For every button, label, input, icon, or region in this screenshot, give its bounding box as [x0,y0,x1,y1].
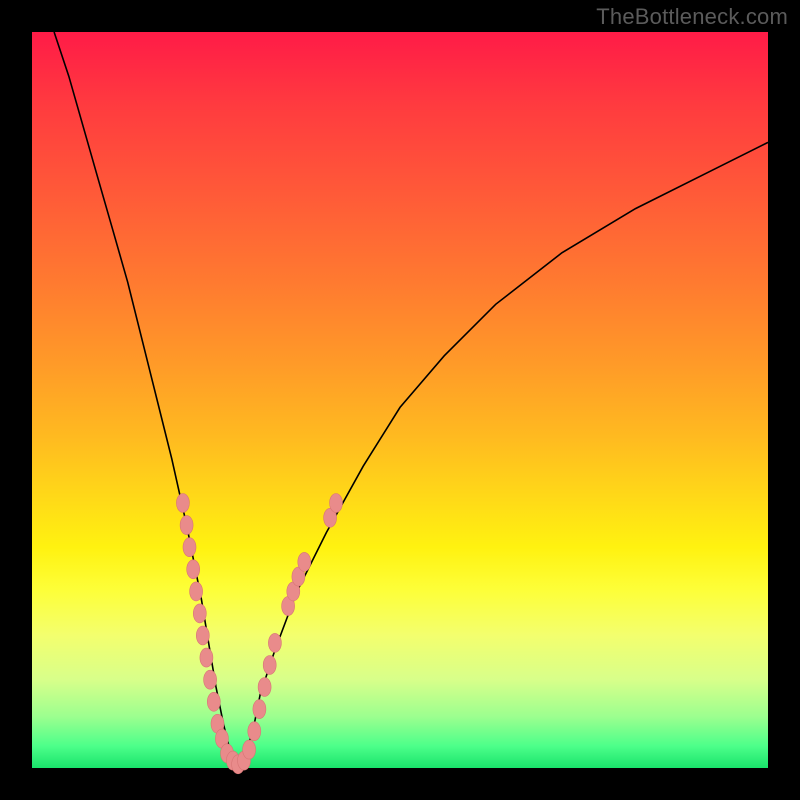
data-marker [193,604,206,623]
data-marker [176,494,189,513]
data-marker [183,538,196,557]
chart-stage: TheBottleneck.com [0,0,800,800]
data-marker [330,494,343,513]
data-marker [268,633,281,652]
data-marker [187,560,200,579]
data-marker [180,516,193,535]
watermark-label: TheBottleneck.com [596,4,788,30]
data-marker [298,552,311,571]
data-marker [207,692,220,711]
data-marker [253,700,266,719]
plot-area [32,32,768,768]
data-marker [263,656,276,675]
data-marker [204,670,217,689]
marker-layer [176,494,342,774]
data-marker [190,582,203,601]
data-marker [243,740,256,759]
bottleneck-curve [54,32,768,768]
data-marker [248,722,261,741]
data-marker [258,678,271,697]
curve-layer [32,32,768,768]
data-marker [196,626,209,645]
data-marker [200,648,213,667]
